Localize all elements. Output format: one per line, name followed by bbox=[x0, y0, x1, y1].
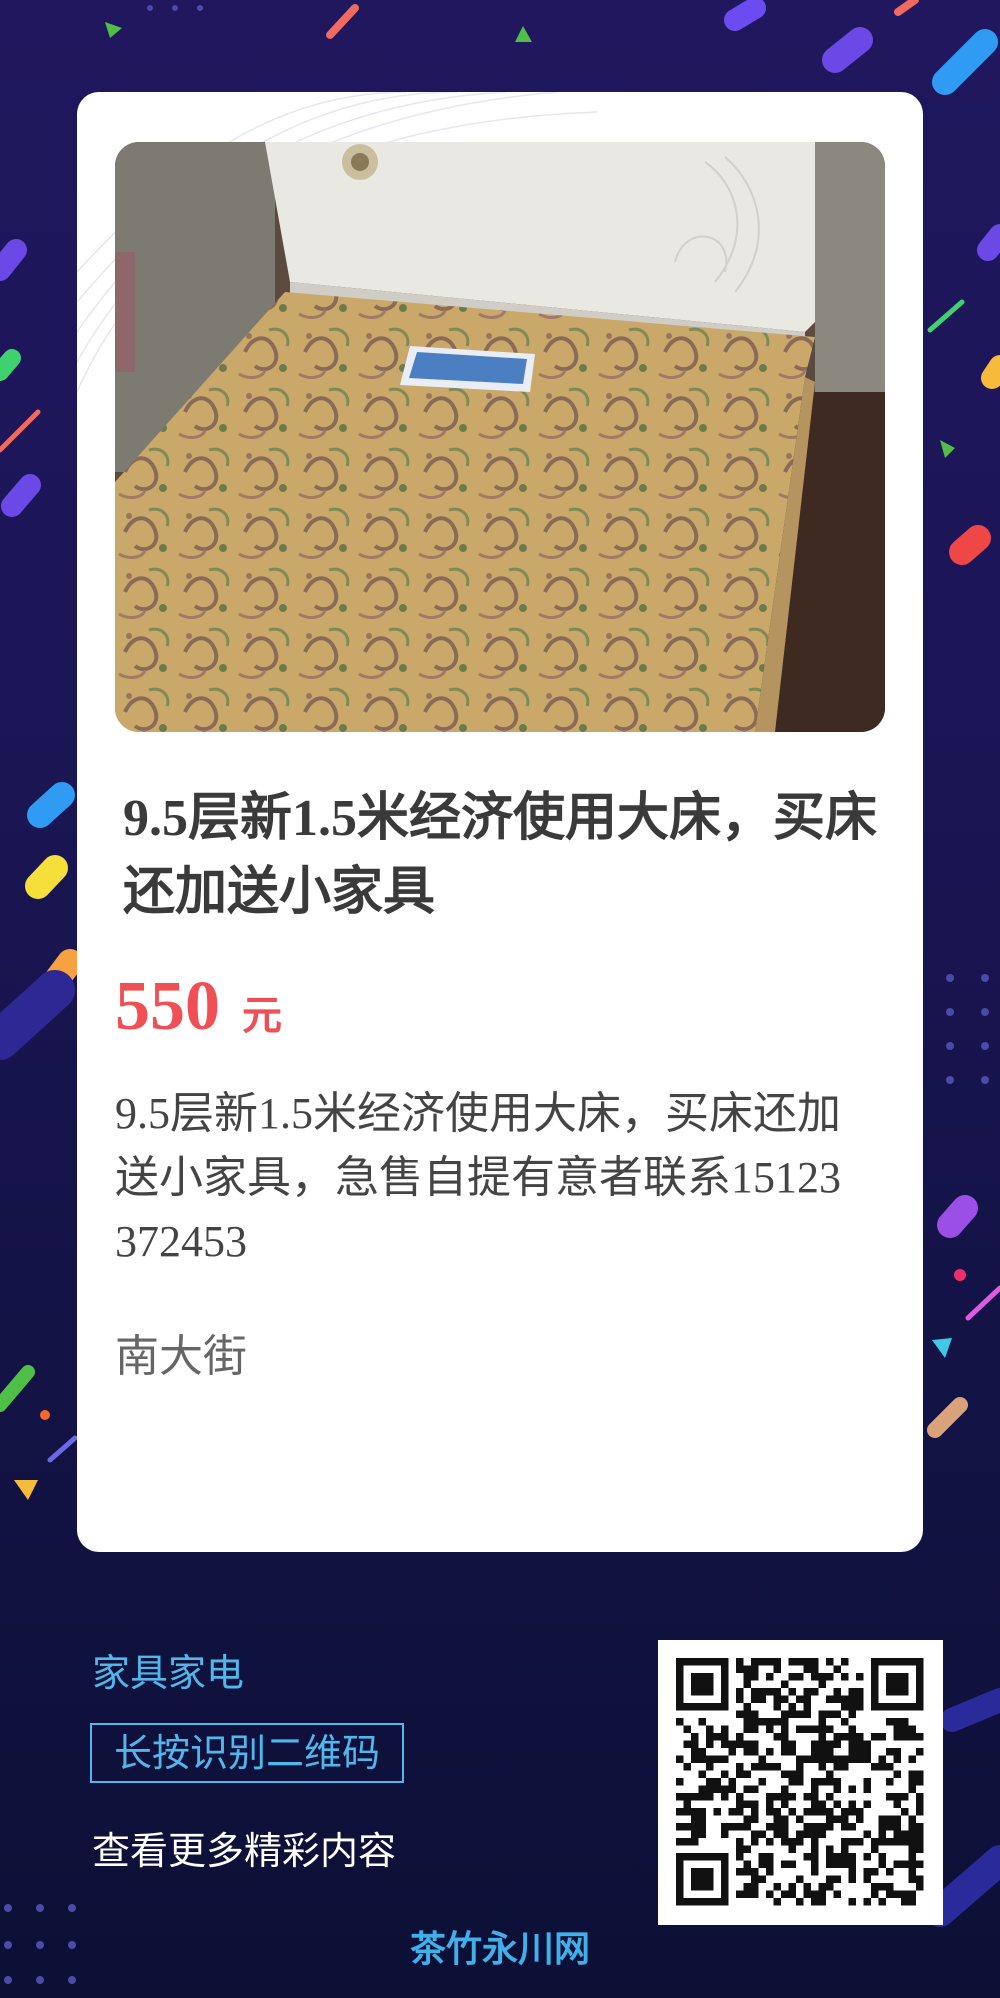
listing-location: 南大街 bbox=[115, 1331, 247, 1382]
listing-title: 9.5层新1.5米经济使用大床，买床还加送小家具 bbox=[123, 790, 878, 921]
qr-hint-label: 长按识别二维码 bbox=[90, 1723, 405, 1783]
price-unit: 元 bbox=[242, 993, 282, 1039]
price-value: 550 bbox=[115, 968, 220, 1045]
listing-description: 9.5层新1.5米经济使用大床，买床还加送小家具，急售自提有意者联系151233… bbox=[115, 1089, 841, 1266]
site-brand[interactable]: 茶竹永川网 bbox=[0, 1920, 1000, 1972]
qr-code-graphic bbox=[676, 1658, 924, 1906]
bed-mattress-image bbox=[115, 142, 885, 732]
price-row: 550 元 bbox=[115, 967, 282, 1057]
qr-code[interactable] bbox=[658, 1640, 943, 1925]
more-content-text: 查看更多精彩内容 bbox=[92, 1829, 397, 1873]
listing-photo[interactable] bbox=[115, 142, 885, 732]
category-link[interactable]: 家具家电 bbox=[92, 1642, 244, 1697]
listing-card[interactable]: 9.5层新1.5米经济使用大床，买床还加送小家具 550 元 9.5层新1.5米经… bbox=[77, 92, 923, 1552]
